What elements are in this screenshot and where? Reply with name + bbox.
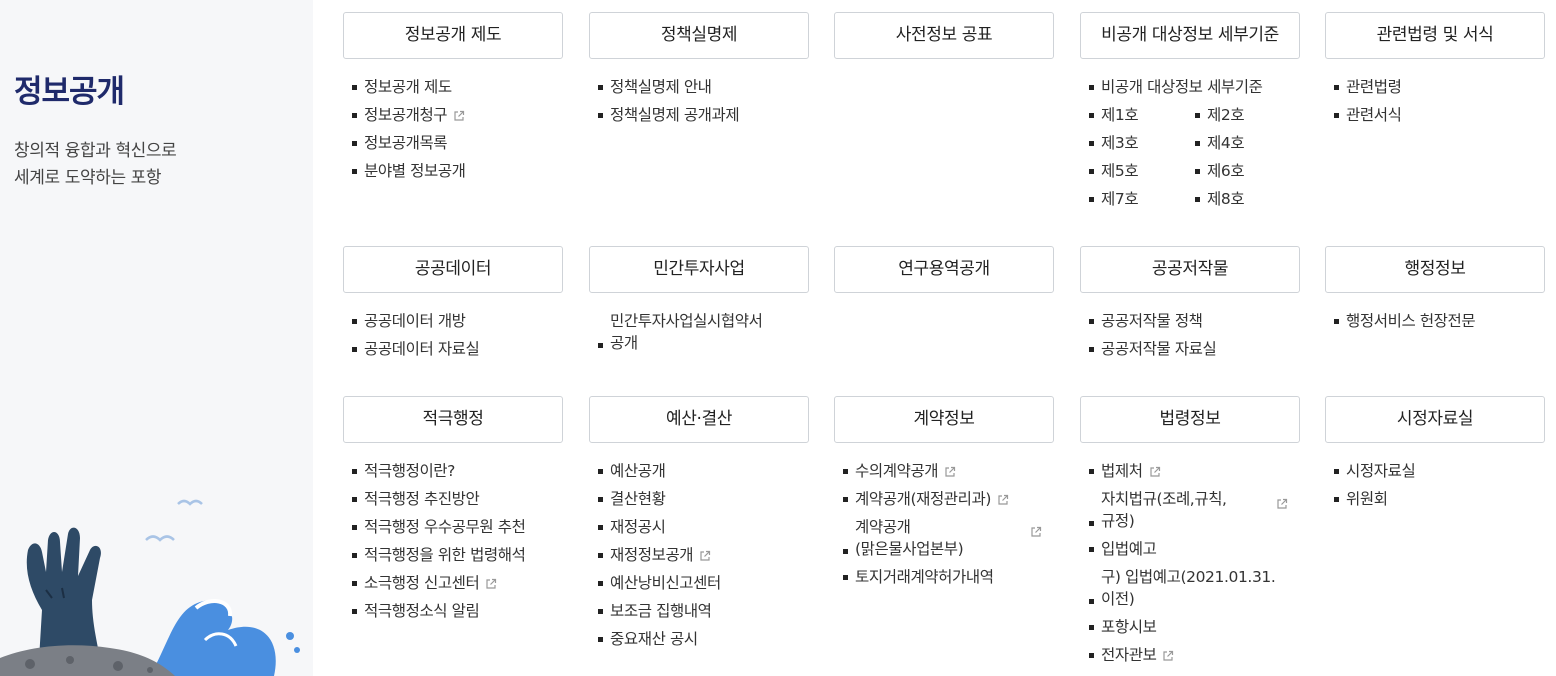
category-prior-info: 사전정보 공표 (834, 12, 1054, 59)
external-link-icon (1277, 498, 1288, 509)
category-button-public-works[interactable]: 공공저작물 (1080, 246, 1300, 293)
link-service-charter[interactable]: 행정서비스 헌장전문 (1334, 310, 1545, 332)
category-button-research-service[interactable]: 연구용역공개 (834, 246, 1054, 293)
link-finance-notice[interactable]: 재정공시 (598, 516, 809, 538)
category-private-investment: 민간투자사업 민간투자사업실시협약서 공개 (589, 246, 809, 360)
category-public-data: 공공데이터 공공데이터 개방 공공데이터 자료실 (343, 246, 563, 366)
external-link-icon (454, 110, 465, 121)
category-button-contract[interactable]: 계약정보 (834, 396, 1054, 443)
link-old-legislative-notice[interactable]: 구) 입법예고(2021.01.31. 이전) (1089, 566, 1300, 610)
link-info-list[interactable]: 정보공개목록 (352, 132, 563, 154)
link-proactive-recommend[interactable]: 적극행정 우수공무원 추천 (352, 516, 563, 538)
category-research-service: 연구용역공개 (834, 246, 1054, 293)
category-budget: 예산·결산 예산공개 결산현황 재정공시 재정정보공개 예산낭비신고센터 보조금… (589, 396, 809, 656)
hand-wave-illustration (0, 499, 300, 676)
link-info-by-field[interactable]: 분야별 정보공개 (352, 160, 563, 182)
category-nondisclosure: 비공개 대상정보 세부기준 비공개 대상정보 세부기준 제1호 제2호 제3호 … (1080, 12, 1300, 216)
page-subtitle: 창의적 융합과 혁신으로 세계로 도약하는 포항 (14, 141, 177, 188)
link-public-data-open[interactable]: 공공데이터 개방 (352, 310, 563, 332)
link-item-6[interactable]: 제6호 (1195, 160, 1295, 182)
link-proactive-what[interactable]: 적극행정이란? (352, 460, 563, 482)
link-moleg[interactable]: 법제처 (1089, 460, 1300, 482)
link-proactive-plan[interactable]: 적극행정 추진방안 (352, 488, 563, 510)
category-info-system: 정보공개 제도 정보공개 제도 정보공개청구 정보공개목록 분야별 정보공개 (343, 12, 563, 188)
link-nondisclosure-criteria[interactable]: 비공개 대상정보 세부기준 (1089, 76, 1300, 98)
sidebar: 정보공개 창의적 융합과 혁신으로 세계로 도약하는 포항 (0, 0, 313, 676)
link-policy-tasks[interactable]: 정책실명제 공개과제 (598, 104, 809, 126)
external-link-icon (1031, 526, 1042, 537)
category-policy-realname: 정책실명제 정책실명제 안내 정책실명제 공개과제 (589, 12, 809, 132)
link-waste-report[interactable]: 예산낭비신고센터 (598, 572, 809, 594)
link-info-request[interactable]: 정보공개청구 (352, 104, 563, 126)
link-proactive-law-interpretation[interactable]: 적극행정을 위한 법령해석 (352, 544, 563, 566)
external-link-icon (700, 550, 711, 561)
link-public-works-archive[interactable]: 공공저작물 자료실 (1089, 338, 1300, 360)
link-contract-finance[interactable]: 계약공개(재정관리과) (843, 488, 1054, 510)
link-finance-info[interactable]: 재정정보공개 (598, 544, 809, 566)
category-button-nondisclosure[interactable]: 비공개 대상정보 세부기준 (1080, 12, 1300, 59)
external-link-icon (945, 466, 956, 477)
link-contract-water[interactable]: 계약공개 (맑은물사업본부) (843, 516, 1054, 560)
link-info-system[interactable]: 정보공개 제도 (352, 76, 563, 98)
link-committee[interactable]: 위원회 (1334, 488, 1545, 510)
category-law-info: 법령정보 법제처 자치법규(조례,규칙, 규정) 입법예고 구) 입법예고(20… (1080, 396, 1300, 672)
category-button-law-info[interactable]: 법령정보 (1080, 396, 1300, 443)
category-contract: 계약정보 수의계약공개 계약공개(재정관리과) 계약공개 (맑은물사업본부) 토… (834, 396, 1054, 594)
link-public-data-archive[interactable]: 공공데이터 자료실 (352, 338, 563, 360)
category-city-archive: 시정자료실 시정자료실 위원회 (1325, 396, 1545, 516)
link-settlement[interactable]: 결산현황 (598, 488, 809, 510)
link-budget-open[interactable]: 예산공개 (598, 460, 809, 482)
category-admin-info: 행정정보 행정서비스 헌장전문 (1325, 246, 1545, 338)
category-proactive-admin: 적극행정 적극행정이란? 적극행정 추진방안 적극행정 우수공무원 추천 적극행… (343, 396, 563, 628)
category-button-prior-info[interactable]: 사전정보 공표 (834, 12, 1054, 59)
page-title: 정보공개 (14, 74, 125, 110)
link-item-5[interactable]: 제5호 (1089, 160, 1195, 182)
link-e-gazette[interactable]: 전자관보 (1089, 644, 1300, 666)
link-related-laws[interactable]: 관련법령 (1334, 76, 1545, 98)
category-button-admin-info[interactable]: 행정정보 (1325, 246, 1545, 293)
external-link-icon (1149, 466, 1160, 477)
category-button-proactive-admin[interactable]: 적극행정 (343, 396, 563, 443)
external-link-icon (486, 578, 497, 589)
category-button-budget[interactable]: 예산·결산 (589, 396, 809, 443)
category-button-info-system[interactable]: 정보공개 제도 (343, 12, 563, 59)
link-private-contract[interactable]: 수의계약공개 (843, 460, 1054, 482)
link-item-1[interactable]: 제1호 (1089, 104, 1195, 126)
link-item-2[interactable]: 제2호 (1195, 104, 1295, 126)
link-local-laws[interactable]: 자치법규(조례,규칙, 규정) (1089, 488, 1300, 532)
category-button-public-data[interactable]: 공공데이터 (343, 246, 563, 293)
category-button-city-archive[interactable]: 시정자료실 (1325, 396, 1545, 443)
link-property[interactable]: 중요재산 공시 (598, 628, 809, 650)
external-link-icon (998, 494, 1009, 505)
category-public-works: 공공저작물 공공저작물 정책 공공저작물 자료실 (1080, 246, 1300, 366)
link-proactive-news[interactable]: 적극행정소식 알림 (352, 600, 563, 622)
link-item-3[interactable]: 제3호 (1089, 132, 1195, 154)
link-legislative-notice[interactable]: 입법예고 (1089, 538, 1300, 560)
link-passive-report[interactable]: 소극행정 신고센터 (352, 572, 563, 594)
category-button-laws-forms[interactable]: 관련법령 및 서식 (1325, 12, 1545, 59)
link-public-works-policy[interactable]: 공공저작물 정책 (1089, 310, 1300, 332)
link-subsidy[interactable]: 보조금 집행내역 (598, 600, 809, 622)
category-button-private-investment[interactable]: 민간투자사업 (589, 246, 809, 293)
link-pohang-bulletin[interactable]: 포항시보 (1089, 616, 1300, 638)
link-item-4[interactable]: 제4호 (1195, 132, 1295, 154)
link-land-permit[interactable]: 토지거래계약허가내역 (843, 566, 1054, 588)
link-policy-guide[interactable]: 정책실명제 안내 (598, 76, 809, 98)
link-private-investment-agreement[interactable]: 민간투자사업실시협약서 공개 (598, 310, 809, 354)
link-related-forms[interactable]: 관련서식 (1334, 104, 1545, 126)
external-link-icon (1163, 650, 1174, 661)
category-button-policy-realname[interactable]: 정책실명제 (589, 12, 809, 59)
link-item-7[interactable]: 제7호 (1089, 188, 1195, 210)
category-laws-forms: 관련법령 및 서식 관련법령 관련서식 (1325, 12, 1545, 132)
link-item-8[interactable]: 제8호 (1195, 188, 1295, 210)
link-city-archive[interactable]: 시정자료실 (1334, 460, 1545, 482)
